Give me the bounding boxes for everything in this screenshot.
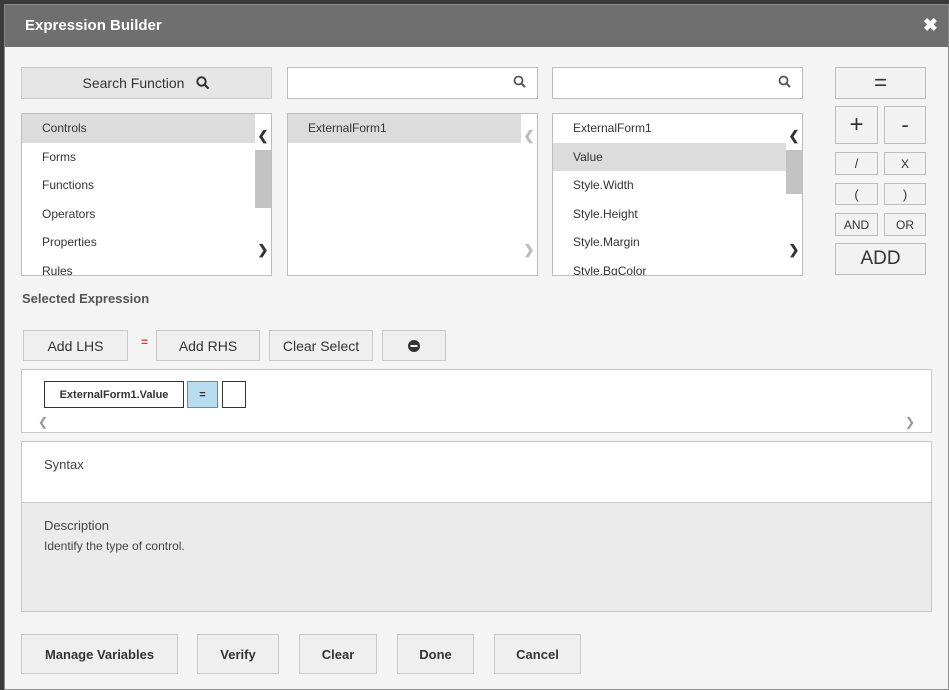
list-item[interactable]: Style.BgColor (553, 257, 802, 276)
syntax-label: Syntax (44, 457, 84, 472)
cancel-button[interactable]: Cancel (494, 634, 581, 674)
selected-expression-label: Selected Expression (22, 291, 150, 306)
list-item[interactable]: Functions (22, 171, 271, 200)
list-item[interactable]: Operators (22, 200, 271, 229)
manage-variables-button[interactable]: Manage Variables (21, 634, 178, 674)
dialog-title: Expression Builder (25, 17, 162, 34)
properties-scrollbar[interactable]: ❮ ❯ (786, 114, 802, 275)
list-item[interactable]: Style.Margin (553, 228, 802, 257)
expression-token-lhs[interactable]: ExternalForm1.Value (44, 381, 184, 408)
description-label: Description (44, 518, 110, 533)
syntax-panel: Syntax (21, 441, 932, 503)
clear-select-button[interactable]: Clear Select (269, 330, 373, 361)
chevron-down-icon[interactable]: ❯ (786, 242, 802, 258)
chevron-down-icon[interactable]: ❯ (521, 242, 537, 258)
list-item[interactable]: Style.Width (553, 171, 802, 200)
search-function-button[interactable]: Search Function (21, 67, 272, 99)
equals-operator-button[interactable]: = (835, 67, 926, 99)
add-lhs-button[interactable]: Add LHS (23, 330, 128, 361)
search-icon (196, 76, 210, 90)
equals-marker: = (141, 335, 149, 349)
chevron-up-icon[interactable]: ❮ (255, 128, 271, 144)
or-operator-button[interactable]: OR (884, 213, 926, 236)
remove-button[interactable] (382, 330, 446, 361)
and-operator-button[interactable]: AND (835, 213, 878, 236)
list-item[interactable]: Forms (22, 143, 271, 172)
list-item[interactable]: Rules (22, 257, 271, 276)
controls-scrollbar[interactable]: ❮ ❯ (521, 114, 537, 275)
open-paren-button[interactable]: ( (835, 183, 878, 205)
list-item[interactable]: ExternalForm1 (553, 114, 802, 143)
expression-canvas[interactable]: ExternalForm1.Value = ❮ ❯ (21, 369, 932, 433)
description-panel: Description Identify the type of control… (21, 502, 932, 612)
verify-button[interactable]: Verify (197, 634, 279, 674)
close-paren-button[interactable]: ) (884, 183, 926, 205)
search-function-label: Search Function (82, 75, 185, 91)
properties-search-input[interactable] (552, 67, 803, 99)
clear-button[interactable]: Clear (299, 634, 377, 674)
multiply-operator-button[interactable]: X (884, 152, 926, 175)
controls-list[interactable]: ExternalForm1 ❮ ❯ (287, 113, 538, 276)
list-item[interactable]: Style.Height (553, 200, 802, 229)
chevron-up-icon[interactable]: ❮ (521, 128, 537, 144)
search-icon (513, 75, 526, 88)
expression-token-operator[interactable]: = (187, 381, 218, 408)
chevron-down-icon[interactable]: ❯ (255, 242, 271, 258)
minus-operator-button[interactable]: - (884, 106, 926, 144)
expression-token-rhs[interactable] (222, 381, 246, 408)
scrollbar-thumb[interactable] (786, 150, 802, 194)
add-operator-button[interactable]: ADD (835, 243, 926, 275)
list-item[interactable]: ExternalForm1 (288, 114, 521, 143)
close-icon[interactable]: ✖ (923, 15, 938, 36)
list-item[interactable]: Value (553, 142, 802, 171)
properties-list[interactable]: ExternalForm1 Value Style.Width Style.He… (552, 113, 803, 276)
title-bar: Expression Builder ✖ (5, 5, 948, 47)
scroll-right-icon[interactable]: ❯ (905, 415, 915, 429)
divide-operator-button[interactable]: / (835, 152, 878, 175)
categories-list[interactable]: Controls Forms Functions Operators Prope… (21, 113, 272, 276)
scrollbar-thumb[interactable] (255, 150, 271, 208)
description-text: Identify the type of control. (44, 539, 185, 553)
categories-scrollbar[interactable]: ❮ ❯ (255, 114, 271, 275)
chevron-up-icon[interactable]: ❮ (786, 128, 802, 144)
plus-operator-button[interactable]: + (835, 106, 878, 144)
scroll-left-icon[interactable]: ❮ (38, 415, 48, 429)
search-icon (778, 75, 791, 88)
done-button[interactable]: Done (397, 634, 474, 674)
minus-circle-icon (408, 339, 420, 352)
expression-builder-dialog: Expression Builder ✖ Search Function Con… (4, 4, 949, 690)
controls-search-input[interactable] (287, 67, 538, 99)
add-rhs-button[interactable]: Add RHS (156, 330, 260, 361)
list-item[interactable]: Controls (22, 114, 271, 143)
list-item[interactable]: Properties (22, 228, 271, 257)
